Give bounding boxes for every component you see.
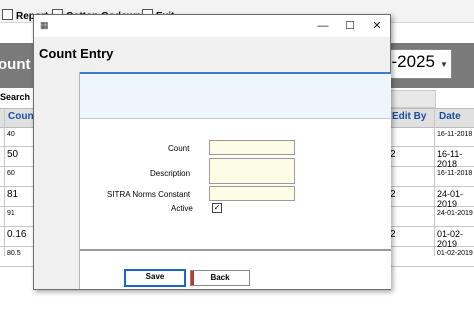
chevron-down-icon[interactable]: ▼ xyxy=(440,60,448,69)
cell-date: 24-01-2019 xyxy=(437,189,464,209)
cell-count: 50 xyxy=(7,149,19,160)
back-button-accent xyxy=(191,271,194,285)
back-button[interactable]: Back xyxy=(190,270,250,286)
back-button-label: Back xyxy=(210,273,230,282)
column-header-count[interactable]: Coun xyxy=(8,111,34,122)
cell-count: 81 xyxy=(7,189,19,200)
cell-count: 91 xyxy=(7,210,15,217)
save-button[interactable]: Save xyxy=(124,269,186,287)
cell-date: 16-11-2018 xyxy=(437,170,473,177)
form-header-band xyxy=(80,72,391,119)
cell-count: 80.5 xyxy=(7,250,21,257)
count-entry-dialog: ▦ — ☐ ✕ Count Entry Count Description SI… xyxy=(33,14,391,290)
cell-date: 16-11-2018 xyxy=(437,131,473,138)
grid-line xyxy=(4,108,5,256)
minimize-button[interactable]: — xyxy=(312,17,334,35)
cell-count: 60 xyxy=(7,170,15,177)
count-field[interactable] xyxy=(209,140,295,155)
maximize-button[interactable]: ☐ xyxy=(339,17,361,35)
form-divider xyxy=(80,249,391,251)
cell-date: 01-02-2019 xyxy=(437,229,464,249)
description-label: Description xyxy=(150,169,191,178)
app-icon: ▦ xyxy=(40,20,49,30)
close-button[interactable]: ✕ xyxy=(366,17,388,35)
search-label: Search xyxy=(0,92,31,102)
cell-date: 01-02-2019 xyxy=(437,250,473,257)
cell-count: 40 xyxy=(7,131,15,138)
report-icon xyxy=(2,9,13,20)
dialog-titlebar[interactable]: ▦ — ☐ ✕ xyxy=(34,15,390,37)
search-input[interactable] xyxy=(388,90,436,108)
column-header-date[interactable]: Date xyxy=(439,111,461,122)
dialog-title: Count Entry xyxy=(39,46,114,61)
cell-count: 0.16 xyxy=(7,229,27,240)
description-field[interactable] xyxy=(209,158,295,184)
count-label: Count xyxy=(168,144,190,153)
active-label: Active xyxy=(171,204,193,213)
page-title: ount xyxy=(0,56,31,73)
sitra-norms-constant-label: SITRA Norms Constant xyxy=(107,190,191,199)
sitra-norms-constant-field[interactable] xyxy=(209,186,295,201)
form-panel: Count Description SITRA Norms Constant A… xyxy=(79,72,391,289)
grid-line xyxy=(434,108,435,256)
active-checkbox[interactable]: ✓ xyxy=(212,203,222,213)
cell-date: 16-11-2018 xyxy=(437,149,463,169)
column-header-edit-by[interactable]: Edit By xyxy=(392,111,426,122)
cell-date: 24-01-2019 xyxy=(437,210,473,217)
